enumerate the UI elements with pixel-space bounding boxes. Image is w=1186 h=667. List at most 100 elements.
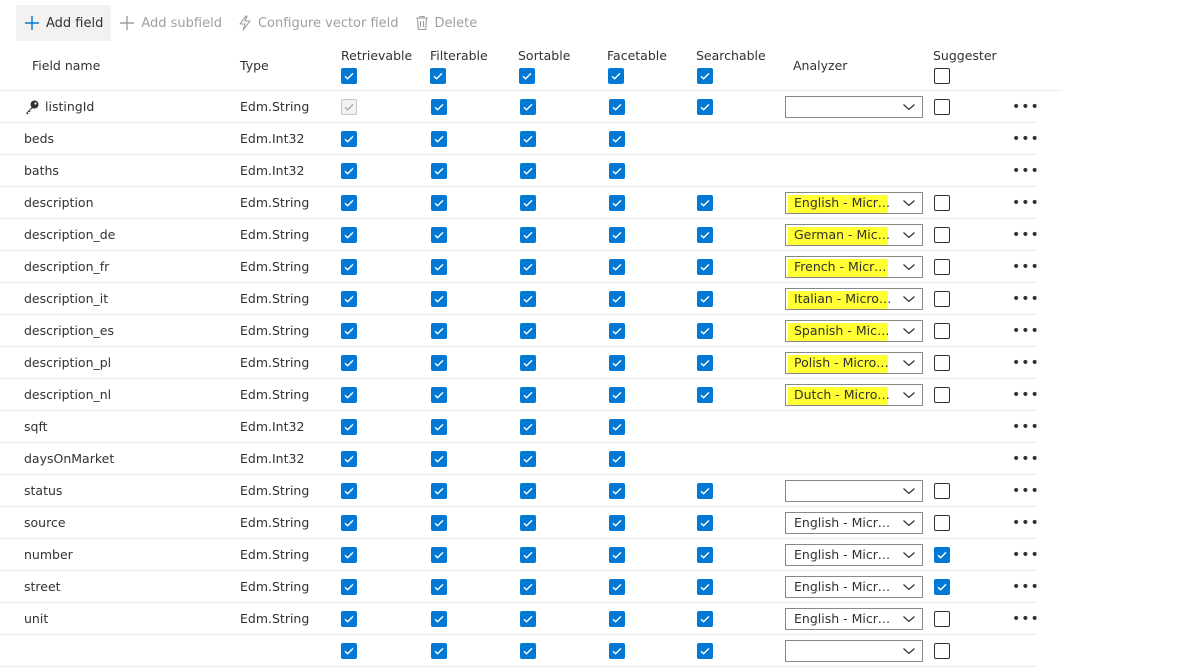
sortable-checkbox[interactable] (520, 610, 536, 627)
field-row[interactable]: number Edm.String English - Microsoft ••• (0, 539, 1039, 571)
sortable-checkbox[interactable] (520, 258, 536, 275)
sortable-checkbox[interactable] (520, 226, 536, 243)
facetable-checkbox[interactable] (609, 194, 625, 211)
facetable-checkbox[interactable] (609, 290, 625, 307)
searchable-checkbox[interactable] (697, 354, 713, 371)
retrievable-checkbox[interactable] (341, 258, 357, 275)
field-row[interactable]: description_fr Edm.String French - Microso… (0, 251, 1039, 283)
delete-button[interactable]: Delete (407, 5, 486, 41)
retrievable-checkbox[interactable] (341, 546, 357, 563)
more-options-icon[interactable]: ••• (1012, 283, 1040, 314)
add-field-button[interactable]: Add field (16, 5, 112, 41)
searchable-checkbox[interactable] (697, 514, 713, 531)
column-header-field-name[interactable]: Field name (32, 58, 100, 73)
retrievable-checkbox[interactable] (341, 194, 357, 211)
analyzer-dropdown[interactable]: English - Microsoft (785, 191, 923, 214)
sortable-checkbox[interactable] (520, 98, 536, 115)
more-options-icon[interactable]: ••• (1012, 315, 1040, 346)
more-options-icon[interactable]: ••• (1012, 187, 1040, 218)
sortable-checkbox[interactable] (520, 482, 536, 499)
retrievable-checkbox[interactable] (341, 482, 357, 499)
sortable-checkbox[interactable] (520, 546, 536, 563)
more-options-icon[interactable]: ••• (1012, 379, 1040, 410)
searchable-checkbox[interactable] (697, 546, 713, 563)
facetable-checkbox[interactable] (609, 546, 625, 563)
suggester-checkbox[interactable] (934, 258, 950, 275)
field-row[interactable]: source Edm.String English - Microsoft ••• (0, 507, 1039, 539)
filterable-checkbox[interactable] (431, 482, 447, 499)
suggester-checkbox[interactable] (934, 98, 950, 115)
more-options-icon[interactable]: ••• (1012, 539, 1040, 570)
field-row[interactable]: unit Edm.String English - Microsoft ••• (0, 603, 1039, 635)
retrievable-checkbox[interactable] (341, 578, 357, 595)
filterable-checkbox[interactable] (431, 354, 447, 371)
facetable-checkbox[interactable] (609, 450, 625, 467)
filterable-checkbox[interactable] (431, 450, 447, 467)
sortable-checkbox[interactable] (520, 290, 536, 307)
suggester-checkbox[interactable] (934, 322, 950, 339)
analyzer-dropdown[interactable]: Polish - Microsoft (785, 351, 923, 374)
more-options-icon[interactable]: ••• (1012, 123, 1040, 154)
column-header-filterable[interactable]: Filterable (430, 48, 488, 63)
retrievable-checkbox[interactable] (341, 162, 357, 179)
filterable-checkbox[interactable] (431, 578, 447, 595)
facetable-checkbox[interactable] (609, 514, 625, 531)
retrievable-checkbox[interactable] (341, 610, 357, 627)
field-row[interactable]: description Edm.String English - Microsoft… (0, 187, 1039, 219)
sortable-checkbox[interactable] (520, 514, 536, 531)
facetable-checkbox[interactable] (609, 98, 625, 115)
retrievable-checkbox[interactable] (341, 386, 357, 403)
suggester-checkbox[interactable] (934, 354, 950, 371)
field-row[interactable] (0, 635, 1036, 667)
searchable-checkbox[interactable] (697, 258, 713, 275)
sortable-checkbox[interactable] (520, 354, 536, 371)
column-header-type[interactable]: Type (240, 58, 269, 73)
more-options-icon[interactable]: ••• (1012, 411, 1040, 442)
sortable-checkbox[interactable] (520, 130, 536, 147)
field-row[interactable]: street Edm.String English - Microsoft ••• (0, 571, 1039, 603)
filterable-checkbox[interactable] (431, 418, 447, 435)
facetable-checkbox[interactable] (609, 258, 625, 275)
filterable-checkbox[interactable] (431, 546, 447, 563)
retrievable-checkbox[interactable] (341, 450, 357, 467)
field-row[interactable]: beds Edm.Int32 ••• (0, 123, 1039, 155)
retrievable-checkbox[interactable] (341, 418, 357, 435)
filterable-checkbox[interactable] (431, 130, 447, 147)
retrievable-checkbox[interactable] (341, 322, 357, 339)
more-options-icon[interactable]: ••• (1012, 507, 1040, 538)
facetable-checkbox[interactable] (609, 162, 625, 179)
column-header-sortable[interactable]: Sortable (518, 48, 570, 63)
field-row[interactable]: description_es Edm.String Spanish - Micros… (0, 315, 1039, 347)
more-options-icon[interactable]: ••• (1012, 91, 1040, 122)
facetable-checkbox[interactable] (609, 482, 625, 499)
searchable-checkbox[interactable] (697, 226, 713, 243)
analyzer-dropdown[interactable]: Spanish - Microsoft (785, 319, 923, 342)
facetable-checkbox[interactable] (609, 386, 625, 403)
searchable-checkbox[interactable] (697, 482, 713, 499)
suggester-checkbox[interactable] (934, 578, 950, 595)
column-header-facetable[interactable]: Facetable (607, 48, 667, 63)
field-row[interactable]: description_it Edm.String Italian - Micros… (0, 283, 1039, 315)
facetable-checkbox[interactable] (609, 130, 625, 147)
more-options-icon[interactable]: ••• (1012, 475, 1040, 506)
filterable-checkbox[interactable] (431, 226, 447, 243)
sortable-checkbox[interactable] (520, 322, 536, 339)
more-options-icon[interactable]: ••• (1012, 219, 1040, 250)
filterable-checkbox[interactable] (431, 162, 447, 179)
column-header-analyzer[interactable]: Analyzer (793, 58, 847, 73)
filterable-checkbox[interactable] (431, 642, 447, 659)
select-all-filterable-checkbox[interactable] (430, 68, 446, 84)
sortable-checkbox[interactable] (520, 418, 536, 435)
suggester-checkbox[interactable] (934, 482, 950, 499)
filterable-checkbox[interactable] (431, 194, 447, 211)
searchable-checkbox[interactable] (697, 194, 713, 211)
suggester-checkbox[interactable] (934, 194, 950, 211)
retrievable-checkbox[interactable] (341, 226, 357, 243)
select-all-suggester-checkbox[interactable] (934, 68, 950, 84)
searchable-checkbox[interactable] (697, 610, 713, 627)
retrievable-checkbox[interactable] (341, 642, 357, 659)
sortable-checkbox[interactable] (520, 386, 536, 403)
analyzer-dropdown[interactable]: English - Microsoft (785, 575, 923, 598)
searchable-checkbox[interactable] (697, 322, 713, 339)
retrievable-checkbox[interactable] (341, 354, 357, 371)
